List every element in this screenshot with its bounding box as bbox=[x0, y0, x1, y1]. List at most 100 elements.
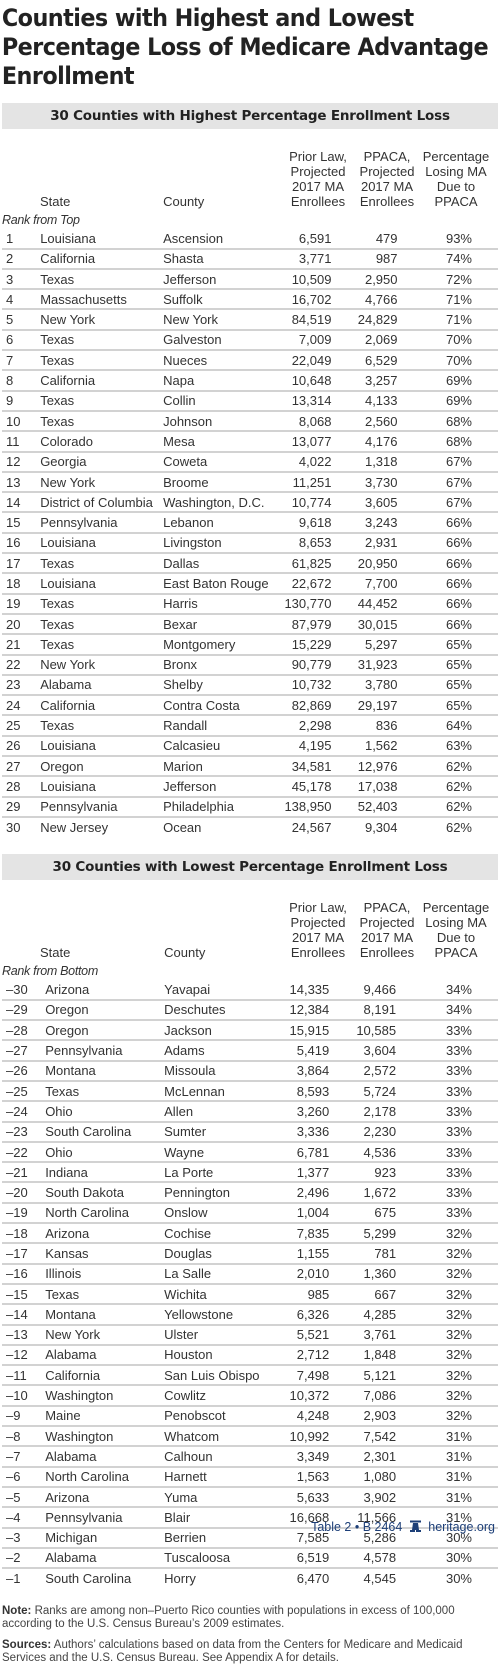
county-cell: Cochise bbox=[164, 1223, 267, 1245]
percentage-cell: 32% bbox=[396, 1304, 498, 1326]
county-cell: New York bbox=[163, 309, 269, 331]
ppaca-cell: 2,931 bbox=[331, 532, 398, 555]
table-row: 19 Texas Harris 130,770 44,452 66% bbox=[2, 593, 498, 615]
rank-cell: 24 bbox=[2, 695, 41, 717]
ppaca-cell: 52,403 bbox=[331, 796, 398, 818]
percentage-cell: 32% bbox=[396, 1223, 498, 1245]
state-cell: Pennsylvania bbox=[45, 1040, 165, 1062]
county-cell: Randall bbox=[163, 715, 269, 737]
state-cell: California bbox=[45, 1365, 165, 1387]
state-cell: Louisiana bbox=[40, 735, 164, 758]
table-row: –25 Texas McLennan 8,593 5,724 33% bbox=[2, 1080, 498, 1103]
table-row: 14 District of Columbia Washington, D.C. 10… bbox=[2, 492, 498, 514]
rank-cell: –28 bbox=[2, 1020, 46, 1042]
state-cell: Pennsylvania bbox=[40, 796, 164, 818]
county-cell: Harris bbox=[163, 593, 269, 615]
table-row: –24 Ohio Allen 3,260 2,178 33% bbox=[2, 1101, 498, 1123]
percentage-cell: 33% bbox=[396, 1202, 498, 1225]
ppaca-cell: 29,197 bbox=[331, 695, 398, 717]
table-row: 8 California Napa 10,648 3,257 69% bbox=[2, 370, 498, 392]
percentage-cell: 67% bbox=[397, 451, 498, 473]
rank-cell: 26 bbox=[2, 735, 41, 758]
rank-cell: –20 bbox=[2, 1182, 46, 1204]
ppaca-cell: 4,545 bbox=[363, 1570, 397, 1586]
table-row: 28 Louisiana Jefferson 45,178 17,038 62% bbox=[2, 776, 498, 798]
table-row: 30 New Jersey Ocean 24,567 9,304 62% bbox=[2, 817, 498, 836]
table-row: 27 Oregon Marion 34,581 12,976 62% bbox=[2, 756, 498, 778]
prior-law-cell: 7,009 bbox=[268, 329, 332, 352]
prior-law-cell: 10,509 bbox=[268, 268, 332, 291]
prior-law-cell: 3,336 bbox=[266, 1121, 330, 1143]
rank-cell: –24 bbox=[2, 1101, 46, 1123]
ppaca-cell: 17,038 bbox=[331, 776, 398, 798]
percentage-cell: 69% bbox=[397, 390, 498, 412]
rank-cell: 5 bbox=[2, 309, 41, 331]
table-row: 21 Texas Montgomery 15,229 5,297 65% bbox=[2, 634, 498, 656]
prior-law-cell: 12,384 bbox=[266, 999, 330, 1022]
sources-text: Authors’ calculations based on data from… bbox=[2, 1639, 463, 1665]
state-cell: North Carolina bbox=[45, 1202, 165, 1225]
rank-cell: –6 bbox=[2, 1466, 46, 1488]
county-cell: Whatcom bbox=[164, 1426, 267, 1448]
ppaca-cell: 1,672 bbox=[329, 1182, 397, 1204]
county-cell: Livingston bbox=[163, 532, 269, 555]
col-header-county: County bbox=[163, 194, 205, 209]
col-header-percentage: Percentage Losing MA Due to PPACA bbox=[422, 900, 490, 961]
prior-law-cell: 10,372 bbox=[266, 1385, 330, 1407]
state-cell: Arizona bbox=[45, 1486, 165, 1509]
ppaca-cell: 2,572 bbox=[329, 1060, 397, 1082]
county-cell: Horry bbox=[164, 1570, 196, 1586]
state-cell: Louisiana bbox=[40, 532, 164, 555]
prior-law-cell: 84,519 bbox=[268, 309, 332, 331]
section-heading-highest: 30 Counties with Highest Percentage Enro… bbox=[2, 103, 498, 129]
ppaca-cell: 2,178 bbox=[329, 1101, 397, 1123]
prior-law-cell: 82,869 bbox=[268, 695, 332, 717]
county-cell: La Salle bbox=[164, 1263, 267, 1285]
state-cell: North Carolina bbox=[45, 1466, 165, 1488]
state-cell: Pennsylvania bbox=[40, 512, 164, 534]
rank-cell: 23 bbox=[2, 674, 41, 697]
state-cell: New Jersey bbox=[40, 819, 109, 835]
county-cell: Nueces bbox=[163, 350, 269, 372]
county-cell: Wayne bbox=[164, 1141, 267, 1164]
table-row: 17 Texas Dallas 61,825 20,950 66% bbox=[2, 553, 498, 575]
state-cell: Kansas bbox=[45, 1243, 165, 1265]
rank-cell: –9 bbox=[2, 1405, 46, 1428]
county-cell: Wichita bbox=[164, 1283, 267, 1306]
county-cell: Yellowstone bbox=[164, 1304, 267, 1326]
prior-law-cell: 3,260 bbox=[266, 1101, 330, 1123]
state-cell: South Dakota bbox=[45, 1182, 165, 1204]
ppaca-cell: 4,578 bbox=[329, 1547, 397, 1570]
table-row: 29 Pennsylvania Philadelphia 138,950 52,403 6… bbox=[2, 796, 498, 818]
percentage-cell: 31% bbox=[396, 1426, 498, 1448]
table-row: 6 Texas Galveston 7,009 2,069 70% bbox=[2, 329, 498, 352]
percentage-cell: 32% bbox=[396, 1385, 498, 1407]
ppaca-cell: 3,243 bbox=[331, 512, 398, 534]
percentage-cell: 32% bbox=[396, 1405, 498, 1428]
ppaca-cell: 5,299 bbox=[329, 1223, 397, 1245]
state-cell: Pennsylvania bbox=[45, 1507, 165, 1529]
ppaca-cell: 1,080 bbox=[329, 1466, 397, 1488]
table-row: 4 Massachusetts Suffolk 16,702 4,766 71% bbox=[2, 289, 498, 311]
percentage-cell: 66% bbox=[397, 532, 498, 555]
site-link[interactable]: heritage.org bbox=[428, 1520, 495, 1534]
county-cell: Calcasieu bbox=[163, 735, 269, 758]
county-cell: Philadelphia bbox=[163, 796, 269, 818]
percentage-cell: 31% bbox=[396, 1466, 498, 1488]
percentage-cell: 62% bbox=[397, 776, 498, 798]
table-row: –22 Ohio Wayne 6,781 4,536 33% bbox=[2, 1141, 498, 1164]
rank-cell: 6 bbox=[2, 329, 41, 352]
ppaca-cell: 4,285 bbox=[329, 1304, 397, 1326]
table-row: 3 Texas Jefferson 10,509 2,950 72% bbox=[2, 268, 498, 291]
ppaca-cell: 1,360 bbox=[329, 1263, 397, 1285]
table-row: –11 California San Luis Obispo 7,498 5,121 32… bbox=[2, 1365, 498, 1387]
table-row: –29 Oregon Deschutes 12,384 8,191 34% bbox=[2, 999, 498, 1022]
percentage-cell: 33% bbox=[396, 1182, 498, 1204]
rank-cell: –10 bbox=[2, 1385, 46, 1407]
prior-law-cell: 985 bbox=[266, 1283, 330, 1306]
state-cell: Texas bbox=[40, 634, 164, 656]
county-cell: Onslow bbox=[164, 1202, 267, 1225]
prior-law-cell: 24,567 bbox=[291, 819, 332, 835]
col-header-state: State bbox=[40, 194, 71, 209]
ppaca-cell: 667 bbox=[329, 1283, 397, 1306]
